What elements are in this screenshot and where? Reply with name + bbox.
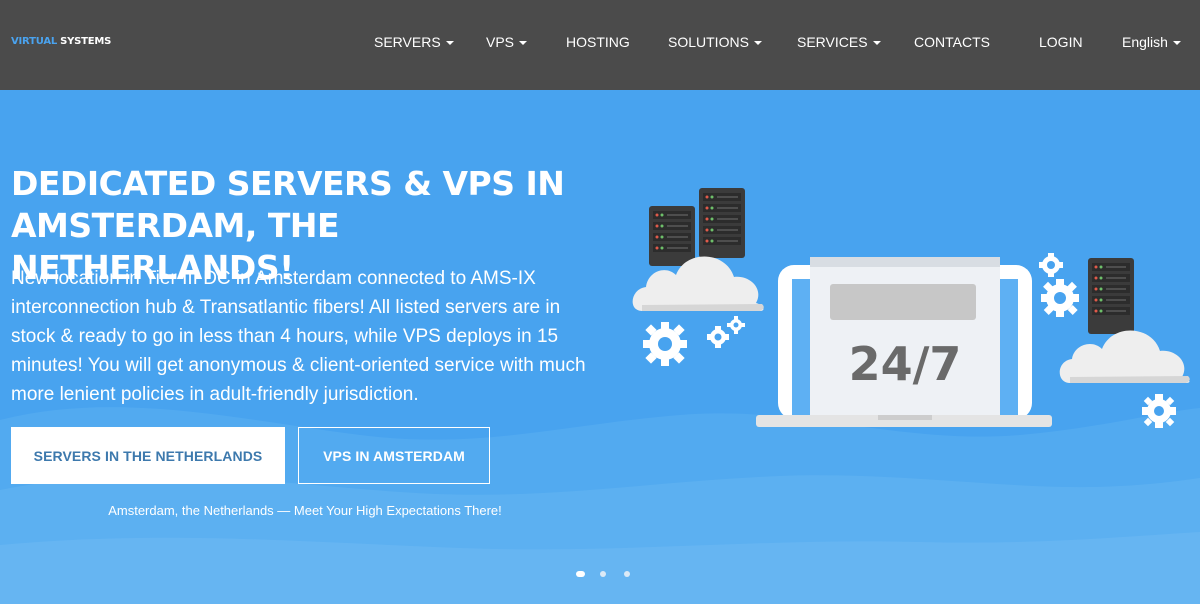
hero-headline-line1: DEDICATED SERVERS & VPS IN <box>11 164 565 203</box>
nav-item-label: SOLUTIONS <box>668 34 749 50</box>
nav-item-label: CONTACTS <box>914 34 990 50</box>
brand-name-part2: SYSTEMS <box>60 36 112 47</box>
nav-item-label: LOGIN <box>1039 34 1083 50</box>
brand-logo[interactable]: VIRTUAL SYSTEMS <box>11 36 111 48</box>
gear-icon <box>1041 279 1079 317</box>
slider-dot-1[interactable] <box>576 571 585 577</box>
nav-item-login[interactable]: LOGIN <box>1039 33 1083 51</box>
nav-item-label: HOSTING <box>566 34 630 50</box>
chevron-down-icon <box>1172 41 1181 45</box>
slider-pagination <box>576 571 648 577</box>
language-label: English <box>1122 34 1168 50</box>
gear-icon <box>1142 394 1176 428</box>
chevron-down-icon <box>519 41 528 45</box>
hero-section: DEDICATED SERVERS & VPS IN AMSTERDAM, TH… <box>0 90 1200 604</box>
gear-icon <box>707 326 729 348</box>
cloud-icon <box>1059 330 1190 383</box>
slider-dot-3[interactable] <box>624 571 630 577</box>
slider-dot-2[interactable] <box>600 571 606 577</box>
hero-tagline: Amsterdam, the Netherlands — Meet Your H… <box>108 503 502 518</box>
chevron-down-icon <box>872 41 881 45</box>
server-rack-icon <box>1088 258 1134 334</box>
nav-item-contacts[interactable]: CONTACTS <box>914 33 990 51</box>
top-navigation: VIRTUAL SYSTEMS SERVERS VPS HOSTING SOLUT… <box>0 0 1200 90</box>
vps-amsterdam-button[interactable]: VPS IN AMSTERDAM <box>298 427 490 484</box>
brand-name-part1: VIRTUAL <box>11 36 58 47</box>
server-rack-icon <box>649 206 695 266</box>
hero-description: New location in Tier III DC in Amsterdam… <box>11 268 586 405</box>
nav-item-label: SERVERS <box>374 34 441 50</box>
nav-item-solutions[interactable]: SOLUTIONS <box>668 33 762 51</box>
laptop-icon: 24/7 <box>756 257 1052 427</box>
gear-icon <box>1039 253 1063 277</box>
gear-icon <box>727 316 745 334</box>
server-rack-icon <box>699 188 745 258</box>
nav-item-servers[interactable]: SERVERS <box>374 33 454 51</box>
chevron-down-icon <box>753 41 762 45</box>
gear-icon <box>643 322 687 366</box>
nav-item-vps[interactable]: VPS <box>486 33 528 51</box>
support-24-7-label: 24/7 <box>849 337 962 391</box>
nav-item-label: VPS <box>486 34 515 50</box>
nav-item-services[interactable]: SERVICES <box>797 33 881 51</box>
nav-item-hosting[interactable]: HOSTING <box>566 33 630 51</box>
nav-item-label: SERVICES <box>797 34 868 50</box>
language-selector[interactable]: English <box>1122 33 1181 51</box>
servers-netherlands-button[interactable]: SERVERS IN THE NETHERLANDS <box>11 427 285 484</box>
chevron-down-icon <box>445 41 454 45</box>
datacenter-illustration: 24/7 <box>632 188 1190 428</box>
